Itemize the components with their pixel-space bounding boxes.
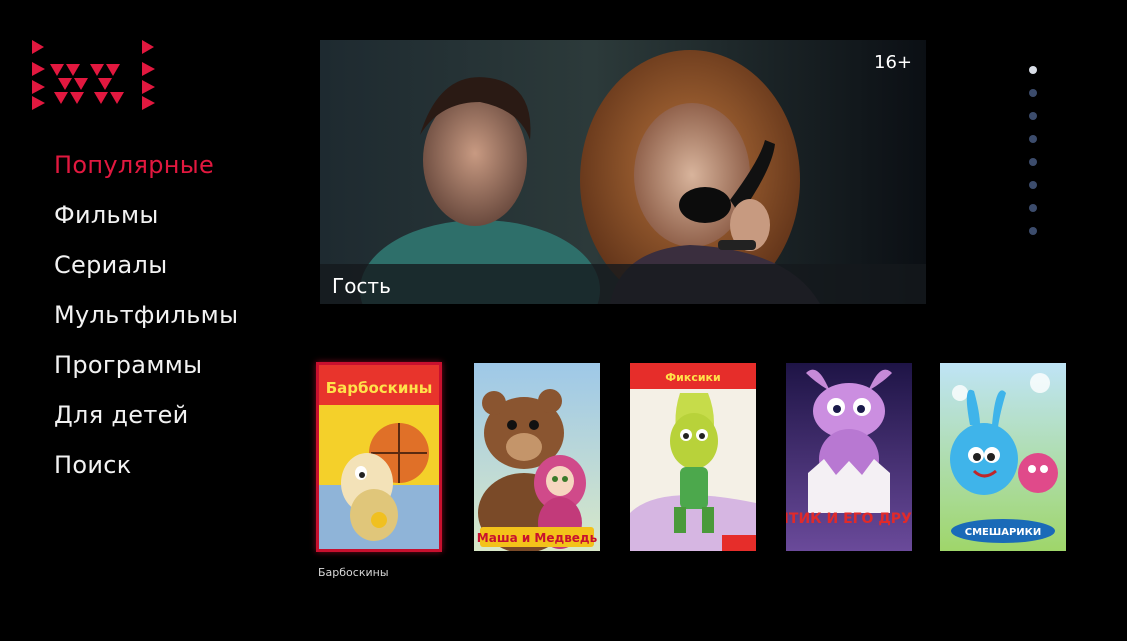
menu-item-programs[interactable]: Программы <box>54 340 238 390</box>
poster-art-text: Барбоскины <box>326 379 433 397</box>
poster-luntik[interactable]: ЛУНТИК И ЕГО ДРУЗЬЯ <box>786 363 912 551</box>
poster-art-text: СМЕШАРИКИ <box>965 527 1041 538</box>
menu-item-popular[interactable]: Популярные <box>54 140 238 190</box>
menu-item-search[interactable]: Поиск <box>54 440 238 490</box>
selected-poster-caption: Барбоскины <box>318 566 389 579</box>
poster-image: СМЕШАРИКИ <box>940 363 1066 551</box>
poster-row: Барбоскины Маша и Медведь Фиксики ТИК И … <box>316 362 1076 555</box>
poster-art-text: ЛУНТИК И ЕГО ДРУЗЬЯ <box>786 511 912 527</box>
pager-dot[interactable] <box>1029 227 1037 235</box>
ivi-logo-icon <box>32 40 182 110</box>
pager-dot[interactable] <box>1029 66 1037 74</box>
menu-item-series[interactable]: Сериалы <box>54 240 238 290</box>
poster-image: Барбоскины <box>319 365 439 549</box>
main-menu: Популярные Фильмы Сериалы Мультфильмы Пр… <box>54 140 238 490</box>
poster-art-text: Фиксики <box>665 371 720 384</box>
pager-dot[interactable] <box>1029 204 1037 212</box>
poster-image: Маша и Медведь <box>474 363 600 551</box>
poster-masha-i-medved[interactable]: Маша и Медведь <box>474 363 600 551</box>
menu-item-kids[interactable]: Для детей <box>54 390 238 440</box>
poster-smeshariki[interactable]: СМЕШАРИКИ <box>940 363 1066 551</box>
age-rating-badge: 16+ <box>874 52 912 73</box>
carousel-pager <box>1029 66 1041 250</box>
poster-barboskiny[interactable]: Барбоскины <box>316 362 442 552</box>
menu-item-cartoons[interactable]: Мультфильмы <box>54 290 238 340</box>
poster-fiksiki[interactable]: Фиксики <box>630 363 756 551</box>
poster-image: ЛУНТИК И ЕГО ДРУЗЬЯ <box>786 363 912 551</box>
poster-art-text: Маша и Медведь <box>477 531 598 545</box>
hero-title: Гость <box>332 274 391 298</box>
pager-dot[interactable] <box>1029 135 1037 143</box>
poster-image: Фиксики <box>630 363 756 551</box>
hero-caption-bar <box>320 264 926 304</box>
pager-dot[interactable] <box>1029 158 1037 166</box>
pager-dot[interactable] <box>1029 112 1037 120</box>
pager-dot[interactable] <box>1029 89 1037 97</box>
hero-banner[interactable]: 16+ Гость <box>320 40 926 304</box>
pager-dot[interactable] <box>1029 181 1037 189</box>
menu-item-movies[interactable]: Фильмы <box>54 190 238 240</box>
